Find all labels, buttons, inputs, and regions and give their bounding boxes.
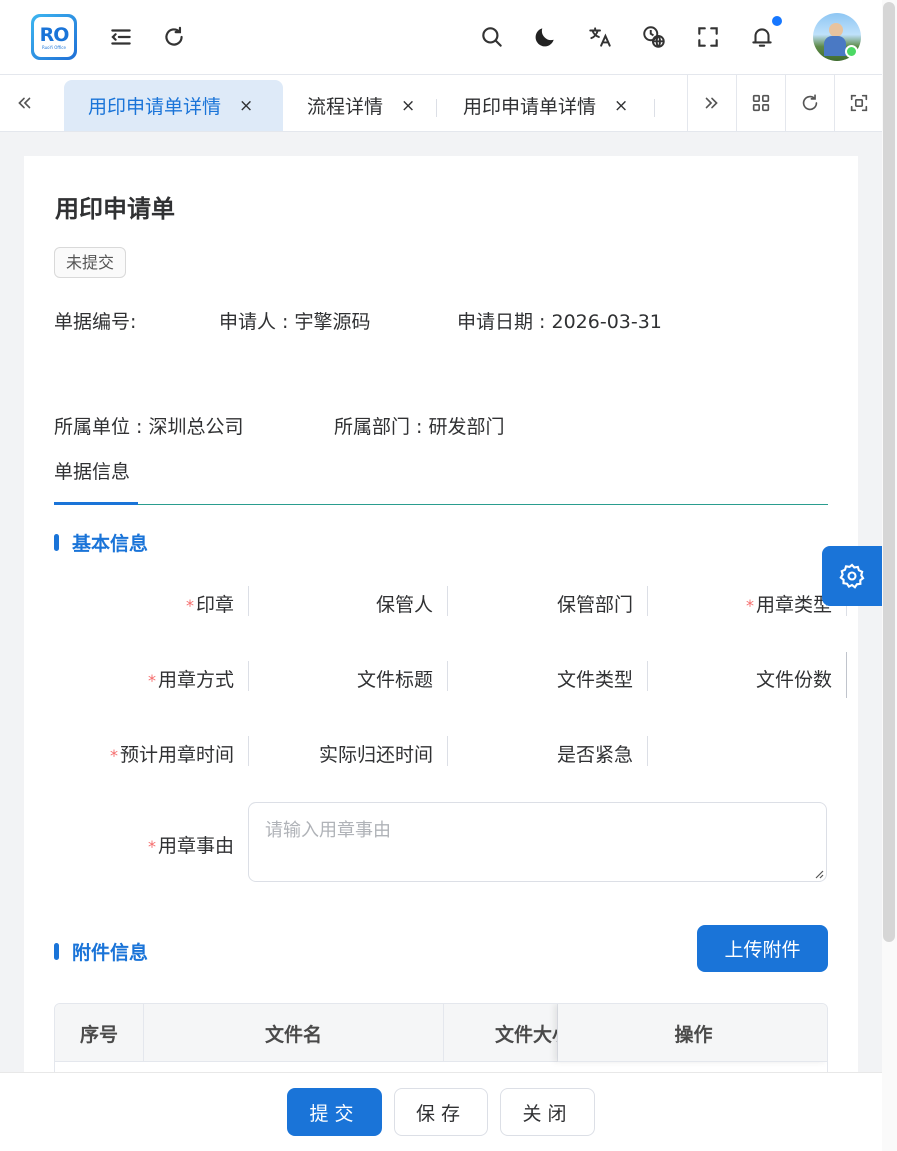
- field-value-keeper[interactable]: [447, 586, 448, 616]
- unit: 所属单位 : 深圳总公司: [54, 416, 244, 438]
- translate-icon[interactable]: [585, 22, 615, 52]
- tabs-scroll-right-button[interactable]: [687, 75, 735, 131]
- save-button[interactable]: 保存: [394, 1088, 488, 1136]
- tab-label: 流程详情: [307, 96, 384, 118]
- active-tab-indicator: [54, 502, 138, 505]
- tab-label: 用印申请单详情: [463, 96, 597, 118]
- reason-placeholder: 请输入用章事由: [265, 820, 391, 841]
- tab-divider: [436, 99, 437, 117]
- search-icon[interactable]: [477, 22, 507, 52]
- settings-button[interactable]: [822, 546, 882, 606]
- tabs-scroll-left-button[interactable]: [0, 75, 48, 131]
- resize-handle-icon[interactable]: [814, 869, 824, 879]
- scrollbar-thumb[interactable]: [883, 2, 895, 942]
- field-label-seal-type: * 用章类型: [745, 594, 832, 616]
- field-value-seal-method[interactable]: [248, 661, 249, 691]
- field-value-seal[interactable]: [248, 586, 249, 616]
- status-badge: 未提交: [54, 247, 127, 278]
- tab-label: 用印申请单详情: [88, 96, 222, 118]
- maximize-icon[interactable]: [834, 75, 882, 131]
- column-header-filesize: 文件大小: [444, 1004, 558, 1062]
- tab-doc-info-label: 单据信息: [54, 461, 131, 483]
- table-header: 序号 文件名 文件大小 操作: [55, 1004, 827, 1062]
- page-title: 用印申请单: [55, 195, 175, 223]
- field-label-reason: * 用章事由: [147, 835, 234, 857]
- field-label-keeper-dept: 保管部门: [556, 594, 633, 616]
- tab-item-active[interactable]: 用印申请单详情 ×: [64, 80, 283, 131]
- field-label-planned-time: * 预计用章时间: [109, 744, 234, 766]
- gear-icon: [839, 563, 865, 589]
- notification-dot: [772, 16, 782, 26]
- doc-number: 单据编号:: [54, 311, 137, 333]
- field-value-file-title[interactable]: [447, 661, 448, 691]
- close-icon[interactable]: ×: [401, 96, 415, 116]
- close-icon[interactable]: ×: [614, 96, 628, 116]
- logo-text: RO: [39, 23, 70, 46]
- section-basic-info: 基本信息: [54, 529, 148, 556]
- logo-subtext: RuoYi Office: [42, 44, 66, 50]
- reason-textarea[interactable]: 请输入用章事由: [248, 802, 827, 882]
- field-label-file-type: 文件类型: [556, 669, 633, 691]
- close-icon[interactable]: ×: [239, 96, 253, 116]
- fullscreen-icon[interactable]: [693, 22, 723, 52]
- globe-time-icon[interactable]: [639, 22, 669, 52]
- field-label-seal-method: * 用章方式: [147, 669, 234, 691]
- section-title: 基本信息: [72, 533, 149, 555]
- field-label-keeper: 保管人: [375, 594, 433, 616]
- top-header: RO RuoYi Office: [0, 0, 882, 75]
- applicant: 申请人 : 宇擎源码: [219, 311, 371, 333]
- field-value-actual-return[interactable]: [447, 736, 448, 766]
- attachments-table: 序号 文件名 文件大小 操作: [54, 1003, 828, 1083]
- field-label-file-copies: 文件份数: [755, 669, 832, 691]
- submit-button[interactable]: 提交: [287, 1088, 382, 1136]
- tabs-bar: 用印申请单详情 × 流程详情 × 用印申请单详情 ×: [0, 75, 882, 132]
- menu-fold-icon[interactable]: [106, 22, 136, 52]
- field-value-file-type[interactable]: [647, 661, 648, 691]
- refresh-icon[interactable]: [159, 22, 189, 52]
- column-header-actions: 操作: [558, 1004, 827, 1062]
- section-title: 附件信息: [72, 942, 149, 964]
- field-label-seal: * 印章: [185, 594, 234, 616]
- field-label-file-title: 文件标题: [356, 669, 433, 691]
- refresh-tab-icon[interactable]: [785, 75, 833, 131]
- field-value-file-copies[interactable]: [846, 652, 847, 698]
- moon-icon[interactable]: [530, 22, 560, 52]
- field-value-planned-time[interactable]: [248, 736, 249, 766]
- column-header-index: 序号: [55, 1004, 144, 1062]
- field-value-urgent[interactable]: [647, 736, 648, 766]
- bell-icon[interactable]: [747, 22, 777, 52]
- tab-item[interactable]: 用印申请单详情 ×: [463, 80, 653, 131]
- field-value-keeper-dept[interactable]: [647, 586, 648, 616]
- grid-icon[interactable]: [736, 75, 784, 131]
- department: 所属部门 : 研发部门: [334, 416, 505, 438]
- column-header-filename: 文件名: [144, 1004, 444, 1062]
- tab-doc-info[interactable]: 单据信息: [54, 457, 130, 484]
- tabs-divider: [54, 504, 828, 505]
- app-logo[interactable]: RO RuoYi Office: [31, 14, 77, 60]
- tab-item[interactable]: 流程详情 ×: [307, 80, 437, 131]
- tab-divider: [654, 99, 655, 117]
- field-label-actual-return: 实际归还时间: [318, 744, 433, 766]
- apply-date: 申请日期 : 2026-03-31: [457, 311, 662, 333]
- field-label-urgent: 是否紧急: [556, 744, 633, 766]
- section-attachments: 附件信息: [54, 938, 148, 965]
- upload-attachment-button[interactable]: 上传附件: [697, 925, 828, 972]
- close-button[interactable]: 关闭: [500, 1088, 595, 1136]
- online-status-dot: [845, 45, 858, 58]
